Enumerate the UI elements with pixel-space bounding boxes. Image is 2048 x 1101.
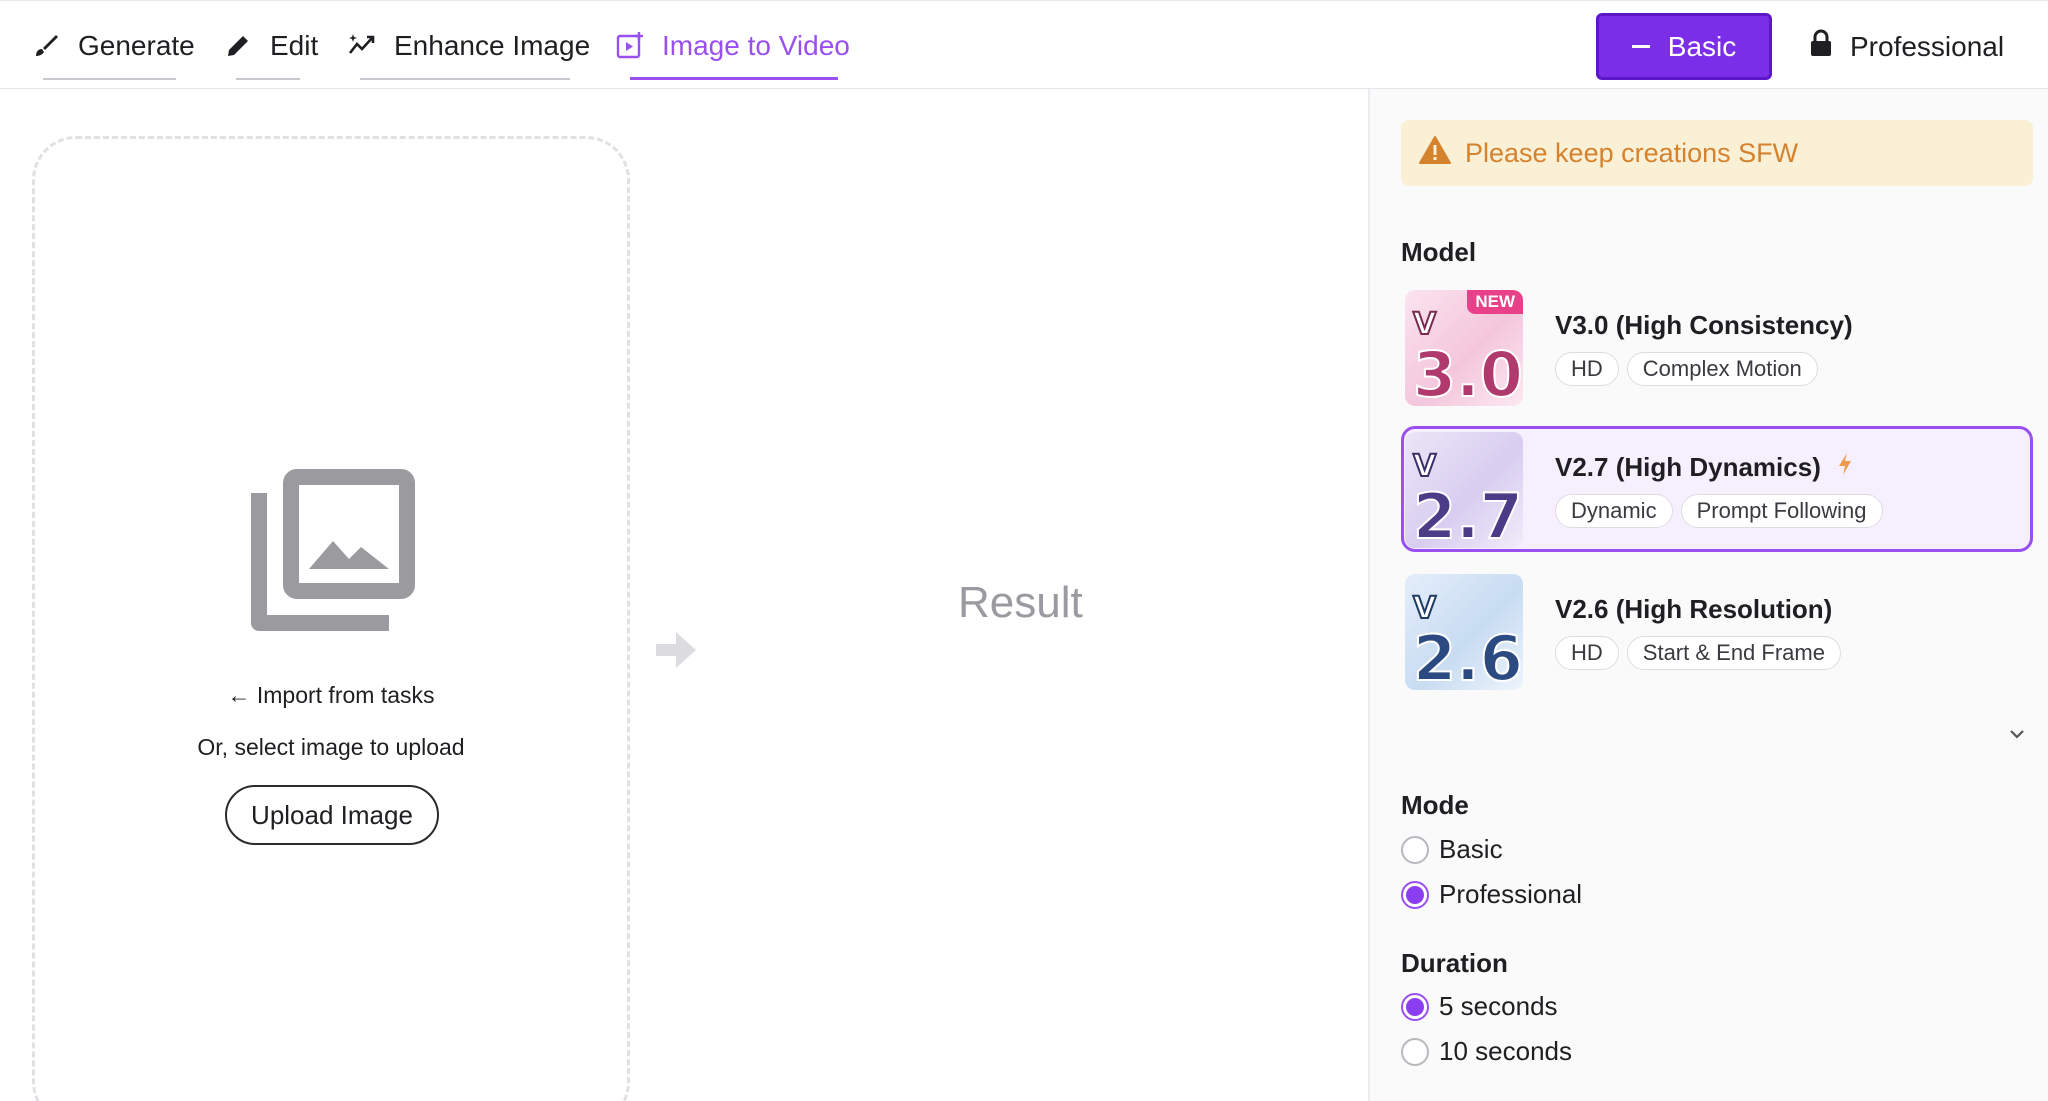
radio-label: 5 seconds — [1439, 991, 1558, 1021]
basic-tier-button[interactable]: Basic — [1596, 13, 1772, 80]
brush-icon — [30, 30, 62, 62]
radio-button[interactable] — [1401, 1037, 1429, 1066]
result-placeholder: Result — [958, 578, 1083, 627]
model-tags: HD Start & End Frame — [1555, 636, 1841, 670]
model-option-v2-7[interactable]: V 2.7 V2.7 (High Dynamics) Dynamic Promp… — [1401, 426, 2033, 552]
svg-text:V: V — [1413, 307, 1437, 342]
lock-icon — [1808, 28, 1834, 65]
radio-button[interactable] — [1401, 835, 1429, 864]
sfw-warning-banner: Please keep creations SFW — [1401, 120, 2033, 186]
model-tag: Start & End Frame — [1626, 636, 1841, 670]
tab-generate-label: Generate — [78, 29, 195, 61]
pencil-icon — [222, 30, 254, 62]
mode-option-basic[interactable]: Basic — [1401, 834, 1503, 865]
select-image-hint: Or, select image to upload — [197, 734, 465, 760]
model-tags: HD Complex Motion — [1555, 352, 1818, 386]
import-from-tasks-link[interactable]: ← Import from tasks — [35, 682, 627, 709]
model-name: V3.0 (High Consistency) — [1555, 310, 1853, 340]
radio-label: Professional — [1439, 879, 1583, 909]
tab-enhance-image[interactable]: Enhance Image — [346, 1, 590, 90]
thumb-version-text: 2.6 — [1413, 622, 1523, 690]
tab-image-to-video[interactable]: Image to Video — [614, 1, 850, 90]
model-tag: Dynamic — [1555, 494, 1673, 528]
professional-tier-label: Professional — [1850, 30, 2005, 62]
model-thumbnail: V 3.0 NEW — [1405, 290, 1523, 406]
tab-underline — [43, 78, 176, 80]
model-heading: Model — [1401, 237, 1477, 267]
model-thumbnail: V 2.6 — [1405, 574, 1523, 690]
mode-heading: Mode — [1401, 790, 1469, 820]
image-gallery-icon — [249, 469, 415, 638]
tab-underline-active — [630, 77, 838, 80]
duration-option-5s[interactable]: 5 seconds — [1401, 991, 1558, 1022]
tab-underline — [360, 78, 570, 80]
basic-tier-label: Basic — [1667, 30, 1737, 62]
model-option-v2-6[interactable]: V 2.6 V2.6 (High Resolution) HD Start & … — [1401, 568, 2033, 694]
svg-text:V: V — [1413, 591, 1437, 626]
radio-label: 10 seconds — [1439, 1036, 1572, 1066]
video-add-icon — [614, 30, 646, 62]
tab-generate[interactable]: Generate — [30, 1, 195, 90]
model-name-row: V2.7 (High Dynamics) — [1555, 452, 1853, 483]
model-tags: Dynamic Prompt Following — [1555, 494, 1883, 528]
new-badge: NEW — [1467, 290, 1523, 314]
lightning-icon — [1837, 452, 1853, 483]
tab-image-to-video-label: Image to Video — [662, 29, 850, 61]
mode-option-professional[interactable]: Professional — [1401, 879, 1582, 910]
warning-text: Please keep creations SFW — [1465, 137, 1799, 168]
radio-label: Basic — [1439, 834, 1503, 864]
radio-button-selected[interactable] — [1401, 880, 1429, 909]
chevron-down-icon[interactable] — [2007, 724, 2027, 749]
tab-underline — [236, 78, 300, 80]
model-tag: HD — [1555, 636, 1619, 670]
model-thumbnail: V 2.7 — [1405, 432, 1523, 548]
tab-edit[interactable]: Edit — [222, 1, 318, 90]
duration-heading: Duration — [1401, 948, 1508, 978]
model-tag: Prompt Following — [1680, 494, 1883, 528]
model-name: V2.6 (High Resolution) — [1555, 594, 1833, 624]
upload-image-button[interactable]: Upload Image — [225, 785, 439, 845]
upload-dropzone[interactable]: ← Import from tasks Or, select image to … — [32, 136, 630, 1101]
model-name: V2.7 (High Dynamics) — [1555, 452, 1821, 482]
arrow-right-icon — [654, 628, 698, 677]
thumb-version-text: 2.7 — [1413, 480, 1523, 548]
tab-enhance-label: Enhance Image — [394, 29, 591, 61]
warning-icon — [1419, 135, 1451, 172]
radio-button-selected[interactable] — [1401, 992, 1429, 1021]
svg-text:V: V — [1413, 449, 1437, 484]
tab-edit-label: Edit — [270, 29, 319, 61]
model-tag: Complex Motion — [1626, 352, 1818, 386]
model-option-v3-0[interactable]: V 3.0 NEW V3.0 (High Consistency) HD Com… — [1401, 284, 2033, 410]
professional-tier-button[interactable]: Professional — [1800, 13, 2020, 80]
duration-option-10s[interactable]: 10 seconds — [1401, 1036, 1572, 1067]
thumb-version-text: 3.0 — [1413, 338, 1523, 406]
model-tag: HD — [1555, 352, 1619, 386]
top-nav: Generate Edit Enhance Image Image to Vid… — [0, 0, 2048, 89]
enhance-icon — [346, 30, 378, 62]
minus-icon — [1631, 45, 1650, 48]
